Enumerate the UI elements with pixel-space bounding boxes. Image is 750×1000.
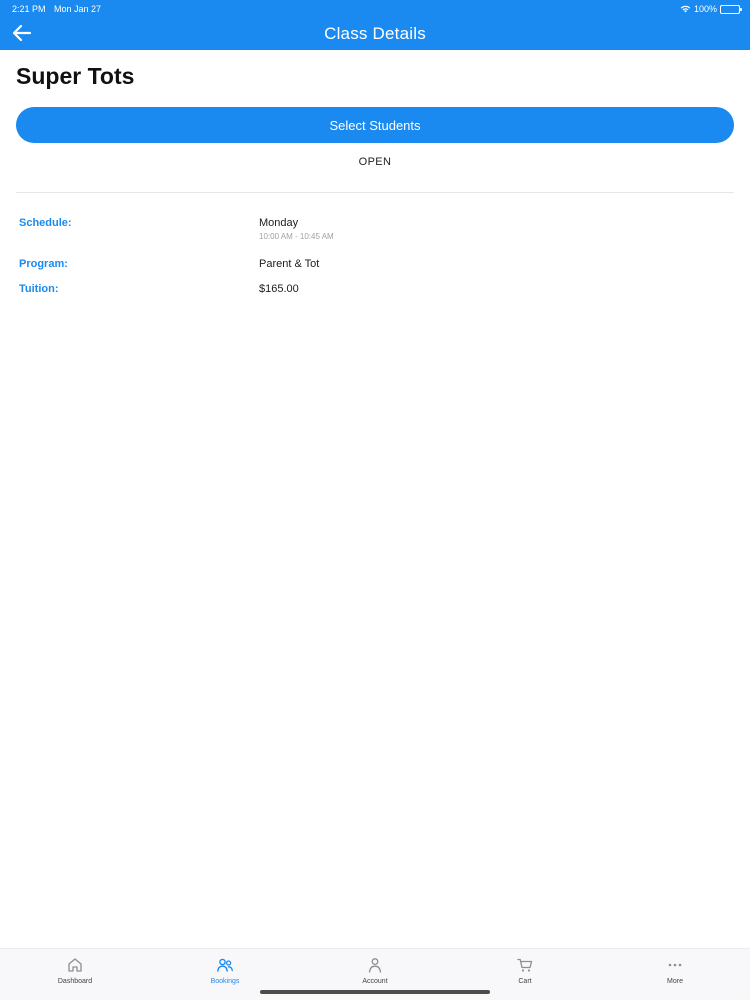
schedule-time: 10:00 AM - 10:45 AM [259,232,334,241]
people-icon [217,958,233,972]
tab-label: Cart [518,978,532,985]
program-value: Parent & Tot [259,258,320,270]
page-title: Class Details [324,24,426,43]
tab-label: Bookings [210,978,240,985]
status-right: 100% [680,4,742,14]
tuition-label: Tuition: [19,283,59,295]
home-icon [68,958,82,972]
select-students-button[interactable]: Select Students [16,107,734,143]
tab-label: Dashboard [57,978,93,985]
tab-cart[interactable]: Cart [450,949,600,993]
program-label: Program: [19,258,68,270]
status-bar: 2:21 PM Mon Jan 27 100% [0,0,750,18]
tab-more[interactable]: More [600,949,750,993]
tuition-value: $165.00 [259,283,299,295]
cart-icon [517,958,533,972]
tab-label: Account [362,978,388,985]
home-indicator[interactable] [260,990,490,994]
wifi-icon [680,5,691,13]
more-icon [668,963,682,967]
status-time: 2:21 PM [12,4,46,14]
tab-bookings[interactable]: Bookings [150,949,300,993]
tab-account[interactable]: Account [300,949,450,993]
status-date: Mon Jan 27 [54,4,102,14]
battery-icon [720,4,742,14]
tab-label: More [667,978,683,985]
person-icon [368,958,382,973]
schedule-label: Schedule: [19,217,72,229]
class-status: OPEN [358,156,392,168]
nav-bar: 2:21 PM Mon Jan 27 100% Class Details [0,0,750,50]
class-name: Super Tots [16,63,135,89]
schedule-day: Monday [259,217,299,229]
divider [16,192,734,193]
battery-percent: 100% [693,4,717,14]
tab-dashboard[interactable]: Dashboard [0,949,150,993]
